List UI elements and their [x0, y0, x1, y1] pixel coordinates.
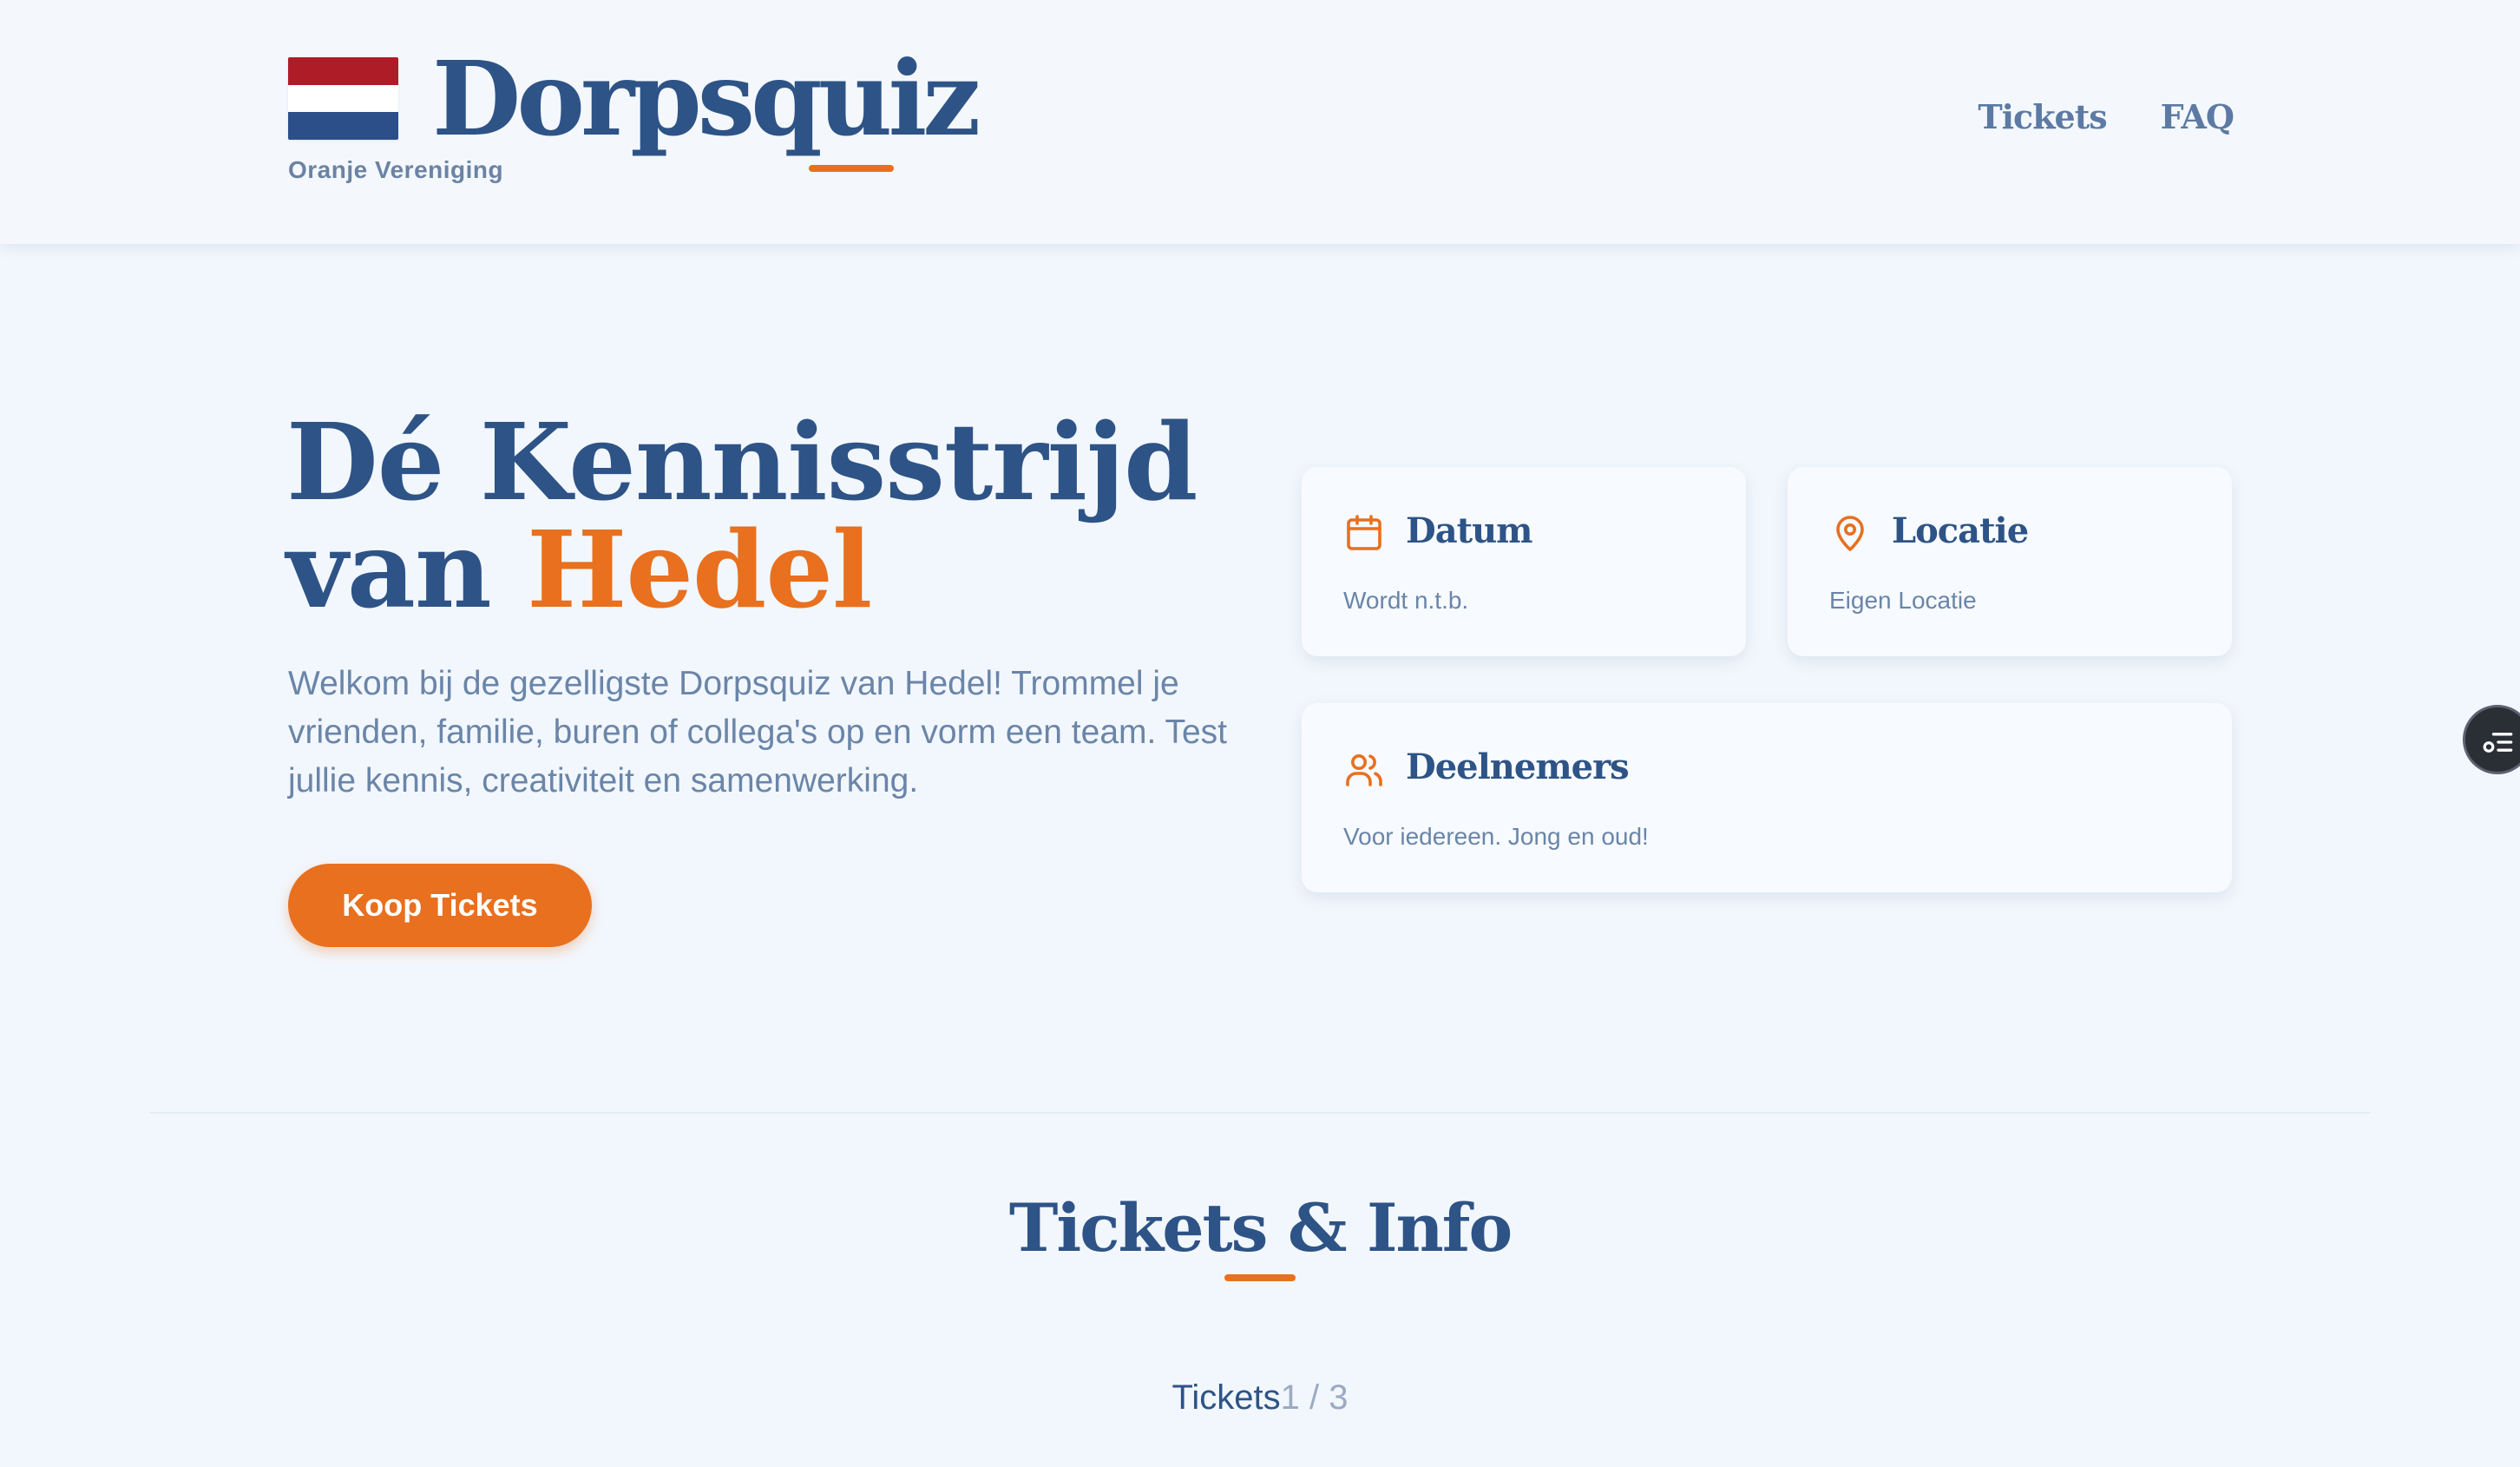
card-description: Eigen Locatie — [1829, 587, 1977, 614]
hero-description: Welkom bij de gezelligste Dorpsquiz van … — [288, 665, 1227, 799]
tickets-counter: Tickets1 / 3 — [0, 1378, 2520, 1418]
section-title-underline — [1224, 1274, 1296, 1281]
card-description: Wordt n.t.b. — [1343, 587, 1469, 614]
floating-menu-button[interactable] — [2463, 705, 2520, 774]
dutch-flag-logo[interactable] — [288, 57, 398, 140]
nav-link-faq[interactable]: FAQ — [2161, 97, 2235, 136]
site-header: Dorpsquiz Oranje Vereniging Tickets FAQ — [0, 0, 2520, 244]
card-title: Deelnemers — [1406, 747, 1630, 787]
nav-link-tickets[interactable]: Tickets — [1978, 97, 2107, 136]
info-card-date: Datum Wordt n.t.b. — [1302, 467, 1746, 656]
info-card-participants: Deelnemers Voor iedereen. Jong en oud! — [1302, 703, 2232, 892]
users-icon — [1346, 754, 1382, 786]
brand-underline — [809, 165, 894, 172]
card-description: Voor iedereen. Jong en oud! — [1343, 823, 1649, 850]
section-divider — [149, 1112, 2371, 1114]
tickets-counter-count: 1 / 3 — [1280, 1378, 1349, 1417]
tickets-counter-label: Tickets — [1171, 1378, 1281, 1417]
section-title: Tickets & Info — [1008, 1189, 1513, 1266]
hero-title-prefix: van — [286, 507, 528, 632]
hero-title-line1: Dé Kennisstrijd — [286, 399, 1198, 524]
info-card-location: Locatie Eigen Locatie — [1788, 467, 2232, 656]
card-title: Datum — [1406, 510, 1532, 551]
organization-name: Oranje Vereniging — [288, 156, 504, 183]
map-pin-icon — [1836, 516, 1864, 551]
hero-title-accent: Hedel — [527, 507, 872, 632]
list-settings-icon — [2483, 733, 2513, 753]
buy-tickets-button[interactable]: Koop Tickets — [288, 864, 592, 947]
main-nav: Tickets FAQ — [1978, 97, 2235, 136]
calendar-icon — [1347, 515, 1381, 550]
card-title: Locatie — [1892, 510, 2029, 551]
hero-title: Dé Kennisstrijd van Hedel — [286, 408, 1198, 623]
site-brand[interactable]: Dorpsquiz — [432, 38, 981, 160]
